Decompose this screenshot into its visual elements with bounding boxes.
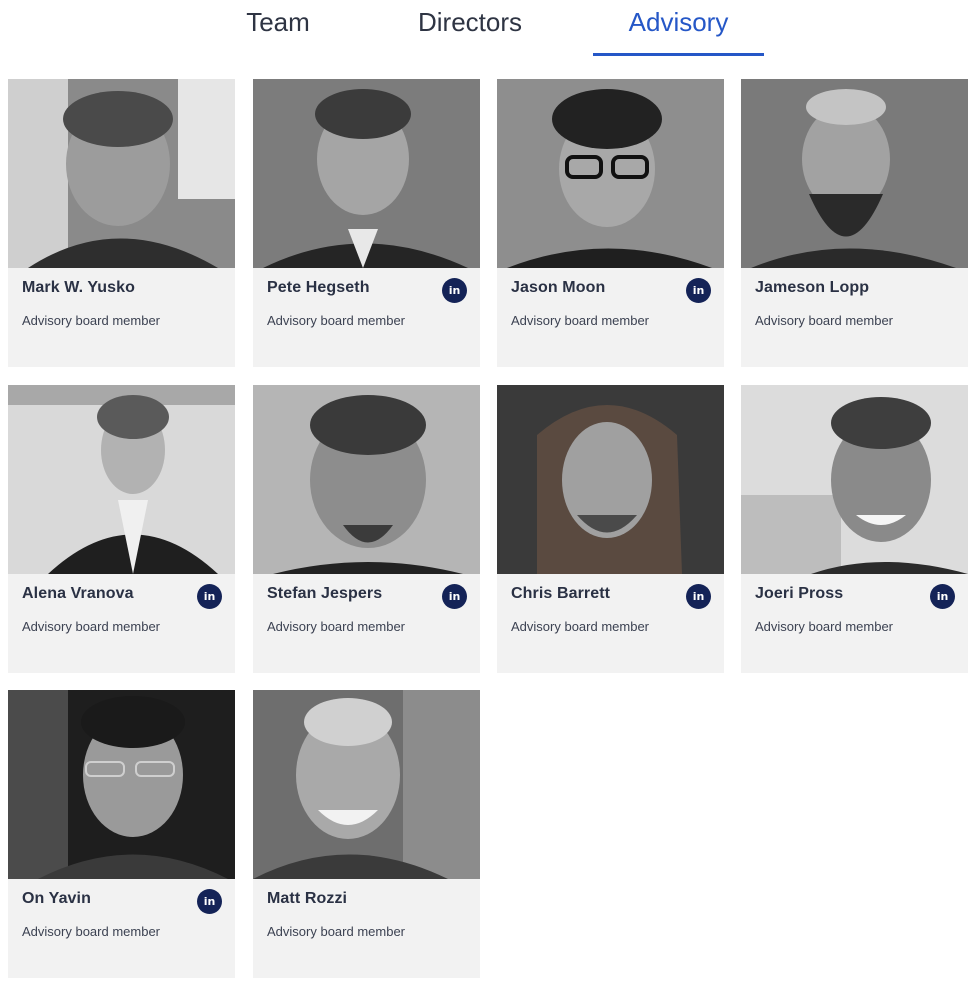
member-role: Advisory board member [267,619,405,634]
member-name: Alena Vranova [22,585,134,602]
member-card: Alena Vranova Advisory board member in [8,385,235,673]
member-name: Pete Hegseth [267,279,370,296]
member-role: Advisory board member [267,313,405,328]
member-card: On Yavin Advisory board member in [8,690,235,978]
member-name: Stefan Jespers [267,585,383,602]
member-card: Matt Rozzi Advisory board member [253,690,480,978]
member-name: Mark W. Yusko [22,279,136,296]
member-name: Matt Rozzi [267,890,348,907]
member-name: Chris Barrett [511,585,611,602]
portrait-photo [8,385,235,574]
linkedin-icon[interactable]: in [442,584,467,609]
member-name: Jason Moon [511,279,606,296]
member-card: Pete Hegseth Advisory board member in [253,79,480,367]
member-role: Advisory board member [511,313,649,328]
member-role: Advisory board member [755,313,893,328]
tab-directors[interactable]: Directors [390,4,550,56]
linkedin-icon[interactable]: in [686,278,711,303]
portrait-photo [253,385,480,574]
linkedin-icon[interactable]: in [197,889,222,914]
portrait-photo [8,690,235,879]
member-role: Advisory board member [22,924,160,939]
portrait-photo [497,79,724,268]
member-card: Jameson Lopp Advisory board member [741,79,968,367]
portrait-photo [8,79,235,268]
tab-team[interactable]: Team [218,4,338,56]
portrait-photo [741,79,968,268]
member-role: Advisory board member [22,313,160,328]
linkedin-icon[interactable]: in [686,584,711,609]
member-role: Advisory board member [755,619,893,634]
member-role: Advisory board member [267,924,405,939]
member-role: Advisory board member [22,619,160,634]
member-name: Jameson Lopp [755,279,870,296]
portrait-photo [253,79,480,268]
member-name: Joeri Pross [755,585,844,602]
member-role: Advisory board member [511,619,649,634]
section-tabs: Team Directors Advisory [0,0,976,60]
linkedin-icon[interactable]: in [197,584,222,609]
portrait-photo [741,385,968,574]
member-card: Jason Moon Advisory board member in [497,79,724,367]
member-name: On Yavin [22,890,91,907]
tab-advisory[interactable]: Advisory [593,4,764,56]
linkedin-icon[interactable]: in [930,584,955,609]
linkedin-icon[interactable]: in [442,278,467,303]
member-card: Mark W. Yusko Advisory board member [8,79,235,367]
member-card: Stefan Jespers Advisory board member in [253,385,480,673]
member-card: Chris Barrett Advisory board member in [497,385,724,673]
portrait-photo [497,385,724,574]
portrait-photo [253,690,480,879]
member-card: Joeri Pross Advisory board member in [741,385,968,673]
